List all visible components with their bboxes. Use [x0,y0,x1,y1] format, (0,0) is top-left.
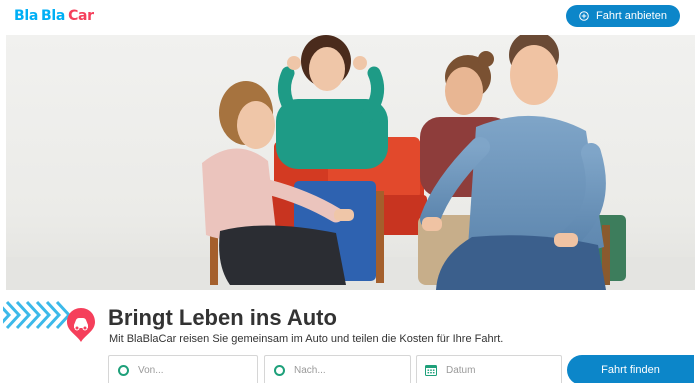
to-placeholder: Nach... [294,365,326,376]
hero-image [6,35,695,290]
offer-ride-button[interactable]: Fahrt anbieten [566,5,680,27]
car-pin-icon [67,308,95,342]
page-subtitle: Mit BlaBlaCar reisen Sie gemeinsam im Au… [109,333,504,345]
logo-part-2: Bla [41,8,66,24]
date-placeholder: Datum [446,365,476,376]
plus-circle-icon [579,11,589,21]
from-input[interactable]: Von... [108,355,258,383]
from-placeholder: Von... [138,365,164,376]
page-title: Bringt Leben ins Auto [108,305,337,330]
location-circle-icon [274,365,285,376]
date-input[interactable]: Datum [416,355,562,383]
logo-part-3: Car [68,8,94,24]
top-header: Bla Bla Car Fahrt anbieten [0,0,695,34]
calendar-icon [425,365,437,376]
blablacar-home: Bla Bla Car Fahrt anbieten Bringt Leben … [0,0,695,383]
location-circle-icon [118,365,129,376]
find-ride-label: Fahrt finden [601,364,660,376]
to-input[interactable]: Nach... [264,355,411,383]
logo-part-1: Bla [14,8,39,24]
blablacar-logo[interactable]: Bla Bla Car [14,8,94,24]
find-ride-button[interactable]: Fahrt finden [567,355,694,383]
offer-ride-label: Fahrt anbieten [596,10,667,22]
